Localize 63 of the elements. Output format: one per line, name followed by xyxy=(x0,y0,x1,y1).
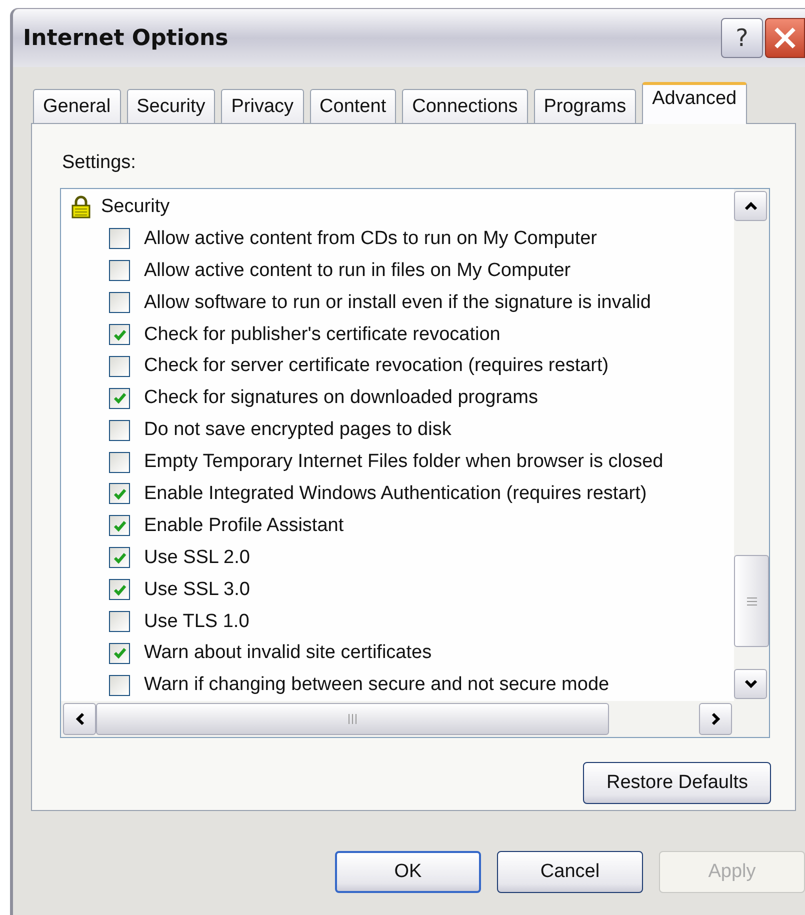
chevron-down-icon xyxy=(744,679,758,690)
restore-defaults-button[interactable]: Restore Defaults xyxy=(583,762,771,804)
setting-label: Check for signatures on downloaded programs xyxy=(144,387,538,410)
checkbox[interactable] xyxy=(109,228,130,250)
chevron-left-icon xyxy=(74,712,84,726)
setting-label: Empty Temporary Internet Files folder when browser is closed xyxy=(144,451,664,474)
padlock-icon xyxy=(71,194,91,219)
checkbox[interactable] xyxy=(109,356,130,377)
help-button[interactable]: ? xyxy=(721,18,763,58)
setting-label: Check for server certificate revocation (requires restart) xyxy=(144,355,609,378)
checkbox[interactable] xyxy=(109,388,130,409)
setting-label: Use SSL 3.0 xyxy=(144,578,250,601)
checkbox[interactable] xyxy=(109,642,130,664)
checkbox[interactable] xyxy=(109,260,130,282)
scroll-thumb[interactable] xyxy=(734,555,769,648)
close-button[interactable] xyxy=(765,18,805,58)
setting-label: Use TLS 1.0 xyxy=(144,610,250,633)
tab[interactable]: Advanced xyxy=(642,82,747,124)
checkbox[interactable] xyxy=(109,292,130,314)
tab[interactable]: Content xyxy=(310,89,396,123)
checkbox[interactable] xyxy=(109,324,130,345)
dialog-button[interactable]: Cancel xyxy=(497,851,643,893)
setting-label: Allow software to run or install even if the signature is invalid xyxy=(144,292,651,314)
scroll-thumb[interactable] xyxy=(96,703,609,736)
checkbox[interactable] xyxy=(109,579,130,600)
setting-label: Warn if changing between secure and not secure mode xyxy=(144,674,610,696)
vertical-scrollbar[interactable] xyxy=(734,189,769,702)
window-title: Internet Options xyxy=(23,26,230,50)
checkbox[interactable] xyxy=(109,483,130,504)
dialog-button[interactable]: OK xyxy=(335,851,481,893)
checkbox[interactable] xyxy=(109,611,130,632)
grip-icon xyxy=(348,714,357,724)
scroll-left-button[interactable] xyxy=(63,703,96,736)
checkmark-icon xyxy=(112,390,128,406)
checkbox[interactable] xyxy=(109,547,130,568)
tab[interactable]: Privacy xyxy=(221,89,304,123)
checkbox[interactable] xyxy=(109,452,130,473)
group-label: Security xyxy=(101,196,170,218)
setting-label: Enable Integrated Windows Authentication (requires restart) xyxy=(144,482,647,505)
tab[interactable]: General xyxy=(33,89,121,123)
checkbox[interactable] xyxy=(109,420,130,441)
chevron-right-icon xyxy=(710,712,720,726)
tab[interactable]: Security xyxy=(126,89,216,123)
horizontal-scrollbar[interactable] xyxy=(61,701,769,738)
scroll-right-button[interactable] xyxy=(699,703,732,736)
checkmark-icon xyxy=(112,645,128,662)
chevron-up-icon xyxy=(744,201,758,211)
setting-label: Check for publisher's certificate revocation xyxy=(144,324,500,346)
setting-label: Enable Profile Assistant xyxy=(144,514,344,537)
close-icon xyxy=(772,25,798,51)
setting-label: Allow active content to run in files on My Computer xyxy=(144,260,571,282)
checkbox[interactable] xyxy=(109,515,130,536)
scroll-up-button[interactable] xyxy=(734,191,767,221)
setting-label: Allow active content from CDs to run on My Computer xyxy=(144,228,598,250)
scroll-down-button[interactable] xyxy=(734,669,767,700)
settings-label: Settings: xyxy=(62,152,137,174)
setting-label: Do not save encrypted pages to disk xyxy=(144,419,452,442)
tab[interactable]: Connections xyxy=(402,89,528,123)
grip-icon xyxy=(746,596,756,606)
setting-label: Use SSL 2.0 xyxy=(144,546,250,569)
tab[interactable]: Programs xyxy=(534,89,636,123)
checkbox[interactable] xyxy=(109,674,130,696)
setting-label: Warn about invalid site certificates xyxy=(144,642,432,664)
